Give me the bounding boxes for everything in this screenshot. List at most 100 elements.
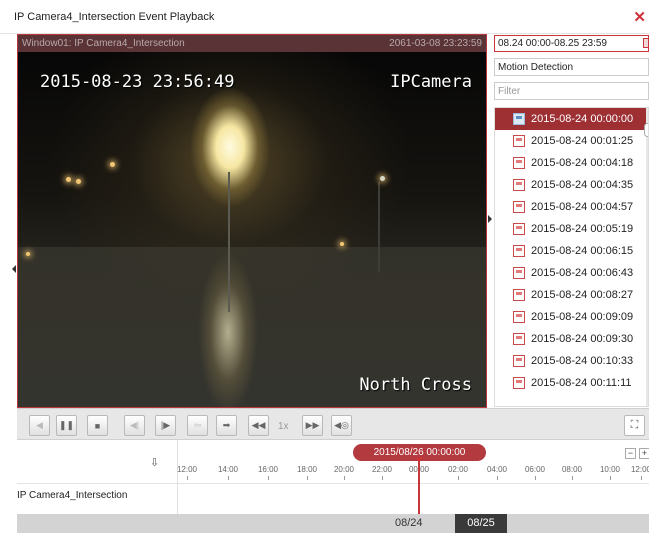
event-time: 2015-08-24 00:06:15 [531,245,634,257]
event-time: 2015-08-24 00:09:09 [531,311,634,323]
previous-file-button[interactable]: ⇦ [187,415,208,436]
collapse-left-icon[interactable] [12,265,16,273]
osd-location: North Cross [359,375,472,395]
event-list-item[interactable]: 2015-08-24 00:08:27 [495,284,648,306]
video-file-icon [513,267,525,279]
timeline-divider [17,483,649,484]
next-frame-button[interactable]: |▶ [155,415,176,436]
event-time: 2015-08-24 00:04:57 [531,201,634,213]
event-list-item[interactable]: 2015-08-24 00:04:57 [495,196,648,218]
fast-forward-button[interactable]: ▶▶ [302,415,323,436]
timeline-tick: 10:00 [599,465,621,480]
date-bar: 08/24 08/25 [17,514,649,533]
street-lamp [66,177,71,182]
timeline-tick: 12:00 [631,465,649,480]
street-lamp [340,242,344,246]
video-file-icon [513,201,525,213]
video-window[interactable]: Window01: IP Camera4_Intersection 2061-0… [17,34,487,408]
zoom-in-button[interactable]: + [639,448,649,459]
slow-forward-button[interactable]: ◀◀ [248,415,269,436]
pause-button[interactable]: ❚❚ [56,415,77,436]
calendar-icon[interactable] [643,38,649,48]
filter-input[interactable]: Filter [494,82,649,100]
video-window-header: Window01: IP Camera4_Intersection 2061-0… [18,35,486,52]
event-time: 2015-08-24 00:04:18 [531,157,634,169]
fullscreen-button[interactable]: ⛶ [624,415,645,436]
timeline-tick: 08:00 [561,465,583,480]
title-bar: IP Camera4_Intersection Event Playback ✕ [0,0,649,34]
video-file-icon [513,179,525,191]
event-list-item[interactable]: 2015-08-24 00:09:30 [495,328,648,350]
street-lamp [380,176,385,181]
video-file-icon [513,377,525,389]
date-tab-previous[interactable]: 08/24 [395,517,423,529]
video-file-icon [513,113,525,125]
event-time: 2015-08-24 00:05:19 [531,223,634,235]
video-window-label: Window01: IP Camera4_Intersection [22,38,185,49]
event-type-select[interactable]: Motion Detection [494,58,649,76]
event-time: 2015-08-24 00:04:35 [531,179,634,191]
timeline-tick: 02:00 [447,465,469,480]
timeline-tick: 22:00 [371,465,393,480]
event-list-item[interactable]: 2015-08-24 00:05:19 [495,218,648,240]
event-time: 2015-08-24 00:01:25 [531,135,634,147]
street-lamp [26,252,30,256]
audio-button[interactable]: ◀◎ [331,415,352,436]
event-list-item[interactable]: 2015-08-24 00:10:33 [495,350,648,372]
street-lamp [110,162,115,167]
playback-speed: 1x [278,421,289,432]
timeline[interactable]: ⇩ IP Camera4_Intersection 2015/08/26 00:… [17,440,649,514]
event-time: 2015-08-24 00:06:43 [531,267,634,279]
event-list-item[interactable]: 2015-08-24 00:01:25 [495,130,648,152]
video-file-icon [513,157,525,169]
timeline-camera-label: IP Camera4_Intersection [17,490,128,501]
video-file-icon [513,333,525,345]
video-file-icon [513,223,525,235]
timeline-tick: 18:00 [296,465,318,480]
window-title: IP Camera4_Intersection Event Playback [14,11,215,23]
event-list-scrollbar[interactable] [644,108,648,406]
zoom-out-button[interactable]: − [625,448,636,459]
video-file-icon [513,289,525,301]
event-list-item[interactable]: 2015-08-24 00:09:09 [495,306,648,328]
download-icon[interactable]: ⇩ [150,456,159,469]
osd-camera-name: IPCamera [390,72,472,92]
event-time: 2015-08-24 00:10:33 [531,355,634,367]
timeline-tick: 04:00 [486,465,508,480]
date-tab-current[interactable]: 08/25 [455,514,507,533]
timeline-tick: 12:00 [176,465,198,480]
event-list-item[interactable]: 2015-08-24 00:06:43 [495,262,648,284]
event-time: 2015-08-24 00:09:30 [531,333,634,345]
event-list-item[interactable]: 2015-08-24 00:11:11 [495,372,648,394]
video-frame-image[interactable]: 2015-08-23 23:56:49 IPCamera North Cross [18,52,486,407]
timeline-label-column: ⇩ IP Camera4_Intersection [17,440,178,514]
video-file-icon [513,245,525,257]
timeline-tick: 14:00 [217,465,239,480]
street-pole [378,182,380,272]
close-icon[interactable]: ✕ [633,8,646,26]
event-list-item[interactable]: 2015-08-24 00:00:00 [495,108,648,130]
time-range-field[interactable]: 08.24 00:00-08.25 23:59 [494,35,649,52]
event-time: 2015-08-24 00:11:11 [531,377,632,389]
playback-toolbar: ◀ ❚❚ ■ ◀| |▶ ⇦ ➡ ◀◀ 1x ▶▶ ◀◎ ⛶ [17,408,649,440]
event-list-item[interactable]: 2015-08-24 00:04:35 [495,174,648,196]
stop-button[interactable]: ■ [87,415,108,436]
timeline-tick: 16:00 [257,465,279,480]
collapse-right-icon[interactable] [488,215,492,223]
event-search-panel: 08.24 00:00-08.25 23:59 Motion Detection… [493,34,649,408]
previous-frame-button[interactable]: ◀| [124,415,145,436]
event-list-item[interactable]: 2015-08-24 00:04:18 [495,152,648,174]
street-pole [228,172,230,312]
osd-timestamp: 2015-08-23 23:56:49 [40,72,235,92]
event-list: 2015-08-24 00:00:00 2015-08-24 00:01:25 … [494,107,649,407]
street-lamp [76,179,81,184]
event-list-item[interactable]: 2015-08-24 00:06:15 [495,240,648,262]
scrollbar-handle[interactable] [644,123,648,137]
timeline-playhead[interactable] [414,457,424,514]
next-file-button[interactable]: ➡ [216,415,237,436]
timeline-tick: 06:00 [524,465,546,480]
event-time: 2015-08-24 00:08:27 [531,289,634,301]
event-time: 2015-08-24 00:00:00 [531,113,634,125]
video-window-time: 2061-03-08 23:23:59 [389,38,482,49]
reverse-play-button[interactable]: ◀ [29,415,50,436]
